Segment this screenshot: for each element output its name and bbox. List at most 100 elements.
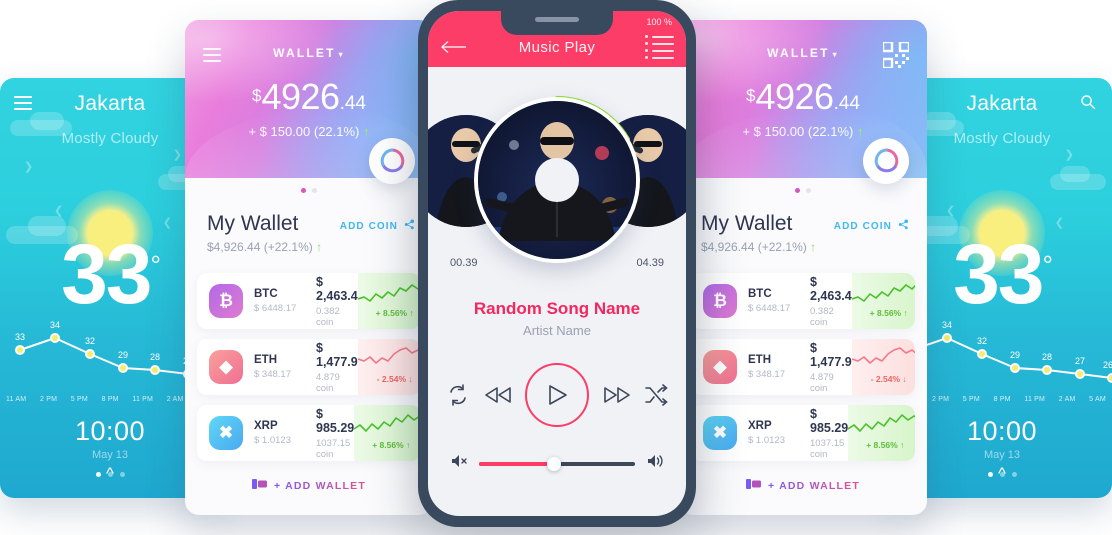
time-tick: 11 AM <box>6 396 27 403</box>
add-wallet-button[interactable]: + ADD WALLET <box>679 478 927 493</box>
wallet-selector-label: WALLET <box>273 46 336 60</box>
change-percent: + 8.56% <box>866 440 898 450</box>
ethereum-icon: ◆ <box>209 350 243 384</box>
table-row[interactable]: ◆ ETH $ 348.17 $ 1,477.9 4.879 coin - 2.… <box>197 339 421 395</box>
music-player-phone: 100 % Music Play 00.39 04.39 Random Song… <box>418 0 696 527</box>
coin-holdings: 1037.15 coin <box>810 437 845 460</box>
wallet-app-card-left: WALLET ▾ $4926.44 + $ 150.00 (22.1%) ↑ M… <box>185 20 433 515</box>
coin-total-value: $ 985.29 <box>316 406 355 435</box>
table-row[interactable]: ✖ XRP $ 1.0123 $ 985.29 1037.15 coin + 8… <box>197 405 421 461</box>
svg-text:28: 28 <box>1042 352 1052 362</box>
wallet-selector[interactable]: WALLET ▾ <box>185 46 433 60</box>
time-elapsed: 00.39 <box>450 257 478 269</box>
volume-slider[interactable] <box>479 456 635 471</box>
amount-decimal: .44 <box>833 93 860 114</box>
sparkline-chart: + 8.56% ↑ <box>851 273 915 329</box>
coin-identity: BTC $ 6448.17 <box>254 288 316 314</box>
temperature-value: 33 <box>61 227 152 321</box>
arrow-up-icon: ↑ <box>857 124 864 139</box>
temperature-value: 33 <box>953 227 1044 321</box>
sparkline-chart: + 8.56% ↑ <box>354 405 421 461</box>
coin-identity: XRP $ 1.0123 <box>254 420 316 446</box>
add-wallet-button[interactable]: + ADD WALLET <box>185 478 433 493</box>
coin-holdings: 4.879 coin <box>810 371 834 394</box>
coin-list: ₿ BTC $ 6448.17 $ 2,463.4 0.382 coin + 8… <box>197 273 421 471</box>
svg-text:33: 33 <box>15 332 25 342</box>
wallet-section-header: My Wallet $4,926.44 (+22.1%) ↑ ADD COIN <box>701 212 909 254</box>
volume-knob[interactable] <box>546 456 561 471</box>
wallet-section-header: My Wallet $4,926.44 (+22.1%) ↑ ADD COIN <box>207 212 415 254</box>
refresh-donut-icon[interactable] <box>369 138 415 184</box>
degree-symbol: ° <box>150 250 162 280</box>
album-art-carousel[interactable] <box>428 67 686 263</box>
arrow-up-icon: ↑ <box>810 240 817 254</box>
coin-holdings: 0.382 coin <box>810 305 834 328</box>
coin-identity: XRP $ 1.0123 <box>748 420 810 446</box>
table-row[interactable]: ✖ XRP $ 1.0123 $ 985.29 1037.15 coin + 8… <box>691 405 915 461</box>
change-percent: + 8.56% <box>869 308 902 318</box>
rewind-icon[interactable] <box>483 385 513 405</box>
change-percent: - 2.54% <box>376 374 407 384</box>
volume-mute-icon[interactable] <box>450 453 468 474</box>
coin-total-value: $ 2,463.4 <box>810 274 852 303</box>
wallet-page-dots[interactable] <box>185 188 433 193</box>
fast-forward-icon[interactable] <box>602 385 632 405</box>
playback-times: 00.39 04.39 <box>450 257 664 269</box>
coin-unit-price: $ 6448.17 <box>254 303 297 314</box>
wallet-total-amount: $4926.44 <box>185 76 433 118</box>
volume-up-icon[interactable] <box>646 453 664 474</box>
play-button[interactable] <box>525 363 589 427</box>
album-art-current[interactable] <box>474 97 640 263</box>
battery-status: 100 % <box>646 17 672 27</box>
wallet-page-dots[interactable] <box>679 188 927 193</box>
time-tick: 2 AM <box>166 396 184 403</box>
arrow-up-icon: ↑ <box>903 308 908 318</box>
coin-value: $ 985.29 1037.15 coin <box>810 407 848 460</box>
coin-total-value: $ 1,477.9 <box>316 340 358 369</box>
sparkline-chart: - 2.54% ↓ <box>357 339 421 395</box>
time-tick: 2 PM <box>931 396 950 403</box>
coin-total-value: $ 2,463.4 <box>316 274 358 303</box>
table-row[interactable]: ₿ BTC $ 6448.17 $ 2,463.4 0.382 coin + 8… <box>197 273 421 329</box>
search-icon[interactable] <box>1080 94 1100 110</box>
coin-value: $ 2,463.4 0.382 coin <box>316 275 358 328</box>
add-coin-label: ADD COIN <box>833 220 892 232</box>
status-badge: - 2.54% ↓ <box>358 374 421 384</box>
coin-holdings: 4.879 coin <box>316 371 340 394</box>
playlist-icon[interactable] <box>645 35 674 63</box>
amount-decimal: .44 <box>339 93 366 114</box>
wallet-header: WALLET ▾ $4926.44 + $ 150.00 (22.1%) ↑ <box>679 20 927 184</box>
wallet-delta: + $ 150.00 (22.1%) ↑ <box>185 124 433 139</box>
wallet-subtotal-value: $4,926.44 (+22.1%) <box>207 240 313 254</box>
phone-screen: 100 % Music Play 00.39 04.39 Random Song… <box>428 11 686 516</box>
vinyl-center-hole <box>535 158 579 202</box>
add-coin-button[interactable]: ADD COIN <box>834 219 909 233</box>
coin-symbol: BTC <box>748 288 772 300</box>
status-badge: + 8.56% ↑ <box>358 308 421 318</box>
time-tick: 5 PM <box>962 396 980 403</box>
coin-holdings: 0.382 coin <box>316 305 340 328</box>
amount-integer: 4926 <box>755 76 834 117</box>
coin-holdings: 1037.15 coin <box>316 437 351 460</box>
refresh-donut-icon[interactable] <box>863 138 909 184</box>
table-row[interactable]: ◆ ETH $ 348.17 $ 1,477.9 4.879 coin - 2.… <box>691 339 915 395</box>
repeat-icon[interactable] <box>446 383 470 407</box>
change-percent: + 8.56% <box>372 440 404 450</box>
volume-control[interactable] <box>450 453 664 474</box>
time-tick: 8 PM <box>101 396 119 403</box>
wallet-selector-label: WALLET <box>767 46 830 60</box>
add-coin-button[interactable]: ADD COIN <box>340 219 415 233</box>
shuffle-icon[interactable] <box>644 384 668 406</box>
wallet-app-card-right: WALLET ▾ $4926.44 + $ 150.00 (22.1%) ↑ M… <box>679 20 927 515</box>
temperature-chart-time-labels-left: 11 AM 2 PM 5 PM 8 PM 11 PM 2 AM 5 AM <box>6 396 214 403</box>
time-tick: 5 AM <box>1089 396 1106 403</box>
add-coin-label: ADD COIN <box>339 220 398 232</box>
time-tick: 2 PM <box>39 396 58 403</box>
coin-symbol: BTC <box>254 288 278 300</box>
qr-code-icon[interactable] <box>881 40 911 73</box>
amount-integer: 4926 <box>261 76 340 117</box>
table-row[interactable]: ₿ BTC $ 6448.17 $ 2,463.4 0.382 coin + 8… <box>691 273 915 329</box>
arrow-up-icon: ↑ <box>900 440 905 450</box>
wallet-delta-value: + $ 150.00 (22.1%) <box>742 124 854 139</box>
time-total: 04.39 <box>636 257 664 269</box>
